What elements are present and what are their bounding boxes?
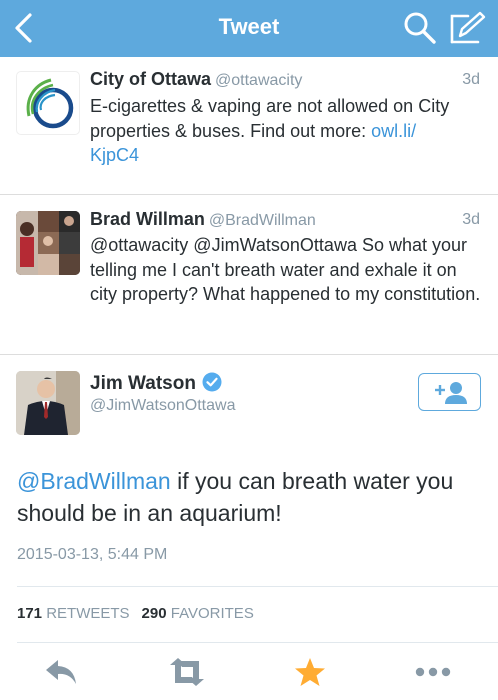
author-name[interactable]: Brad Willman xyxy=(90,209,205,229)
avatar[interactable] xyxy=(16,211,80,275)
more-dots-icon[interactable] xyxy=(414,657,452,687)
city-of-ottawa-logo-icon xyxy=(26,78,74,129)
star-icon[interactable] xyxy=(294,657,326,687)
mention-link[interactable]: @BradWillman xyxy=(17,468,171,494)
compose-icon[interactable] xyxy=(448,10,486,46)
author-handle[interactable]: @BradWillman xyxy=(209,212,316,229)
author-name[interactable]: Jim Watson xyxy=(90,373,196,394)
search-icon[interactable] xyxy=(403,11,437,45)
avatar[interactable] xyxy=(16,371,80,435)
divider xyxy=(17,642,498,643)
author-handle[interactable]: @JimWatsonOttawa xyxy=(90,397,235,415)
tweet-time: 3d xyxy=(462,71,480,88)
divider xyxy=(17,586,498,587)
nav-bar: Tweet xyxy=(0,0,498,57)
tweet-stats: 171 RETWEETS 290 FAVORITES xyxy=(17,605,254,622)
profile-photo-icon xyxy=(16,371,80,435)
reply-icon[interactable] xyxy=(44,657,80,687)
retweet-icon[interactable] xyxy=(166,657,208,687)
tweet-time: 3d xyxy=(462,211,480,228)
add-user-icon xyxy=(435,382,467,404)
conversation-tweet[interactable]: Brad Willman @BradWillman 3d @ottawacity … xyxy=(0,195,498,355)
author-handle[interactable]: @ottawacity xyxy=(215,72,302,89)
tweet-text: @ottawacity @JimWatsonOttawa So what you… xyxy=(90,235,481,304)
photo-collage-icon xyxy=(16,211,80,275)
favorites-label[interactable]: FAVORITES xyxy=(171,605,254,622)
follow-button[interactable] xyxy=(418,373,481,411)
retweets-count[interactable]: 171 xyxy=(17,605,42,622)
verified-badge-icon xyxy=(202,372,222,392)
conversation-tweet[interactable]: City of Ottawa @ottawacity 3d E-cigarette… xyxy=(0,57,498,195)
tweet-text: E-cigarettes & vaping are not allowed on… xyxy=(90,94,485,168)
retweets-label[interactable]: RETWEETS xyxy=(46,605,129,622)
main-tweet-text: @BradWillman if you can breath water you… xyxy=(17,465,487,529)
author-name[interactable]: City of Ottawa xyxy=(90,69,211,89)
favorites-count[interactable]: 290 xyxy=(142,605,167,622)
tweet-timestamp: 2015-03-13, 5:44 PM xyxy=(17,546,168,563)
avatar[interactable] xyxy=(16,71,80,135)
